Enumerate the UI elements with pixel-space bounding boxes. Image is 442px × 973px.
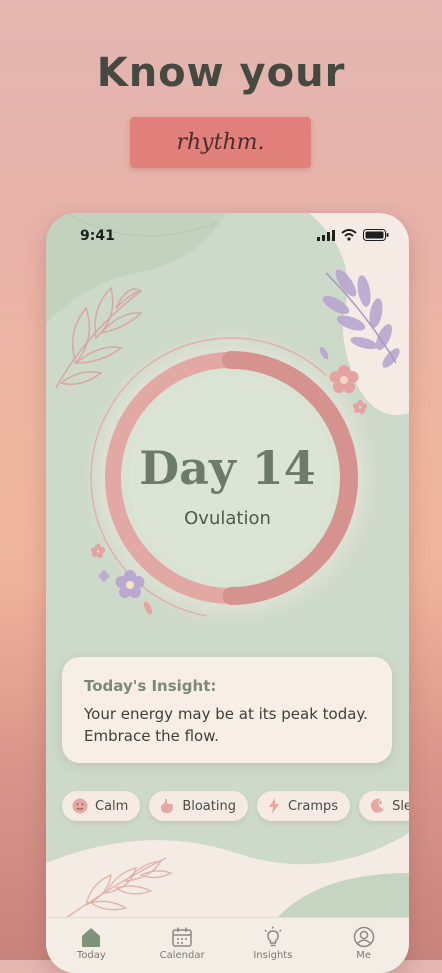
symptom-chip-calm[interactable]: Calm bbox=[62, 791, 141, 821]
calendar-icon bbox=[172, 927, 192, 947]
insight-card[interactable]: Today's Insight: Your energy may be at i… bbox=[62, 657, 392, 763]
stomach-icon bbox=[161, 799, 174, 813]
tab-label: Today bbox=[76, 950, 106, 961]
insight-title: Today's Insight: bbox=[84, 677, 217, 695]
symptom-chip-label: Sleep bbox=[392, 798, 409, 814]
moon-icon: z bbox=[370, 798, 385, 813]
tab-today[interactable]: Today bbox=[46, 918, 137, 973]
symptom-chip-label: Cramps bbox=[287, 798, 339, 814]
tab-calendar[interactable]: Calendar bbox=[137, 918, 228, 973]
home-icon bbox=[82, 928, 101, 947]
tab-me[interactable]: Me bbox=[318, 918, 409, 973]
lightning-icon bbox=[268, 798, 279, 814]
symptom-chip-sleep[interactable]: z Sleep bbox=[359, 791, 409, 821]
status-time: 9:41 bbox=[80, 228, 115, 244]
headline: Know your bbox=[96, 50, 346, 96]
phone-frame: 9:41 Day 14 Ovulation Today's Insight: Y… bbox=[46, 213, 409, 973]
symptom-chip-label: Bloating bbox=[182, 798, 236, 814]
tab-label: Insights bbox=[253, 950, 293, 961]
smile-icon bbox=[72, 798, 88, 814]
wifi-icon bbox=[341, 229, 357, 241]
symptom-chip-cramps[interactable]: Cramps bbox=[256, 791, 351, 821]
svg-text:z: z bbox=[379, 800, 382, 806]
battery-icon bbox=[363, 229, 389, 241]
symptom-chips: Calm Bloating Cramps z Sleep bbox=[62, 791, 409, 821]
symptom-chip-label: Calm bbox=[95, 798, 129, 814]
tab-label: Calendar bbox=[159, 950, 205, 961]
signal-icon bbox=[317, 229, 335, 241]
status-bar: 9:41 bbox=[46, 227, 409, 247]
cycle-day-title: Day 14 bbox=[139, 441, 316, 495]
insight-body: Your energy may be at its peak today. Em… bbox=[84, 705, 368, 745]
cycle-phase-label: Ovulation bbox=[184, 508, 271, 529]
lightbulb-icon bbox=[264, 926, 282, 947]
leaf-decoration bbox=[65, 857, 173, 919]
tagline-banner: rhythm. bbox=[130, 117, 311, 168]
profile-icon bbox=[353, 926, 374, 948]
tab-bar: Today Calendar Insights Me bbox=[46, 917, 409, 973]
tab-insights[interactable]: Insights bbox=[228, 918, 319, 973]
tab-label: Me bbox=[356, 950, 372, 961]
symptom-chip-bloating[interactable]: Bloating bbox=[149, 791, 248, 821]
